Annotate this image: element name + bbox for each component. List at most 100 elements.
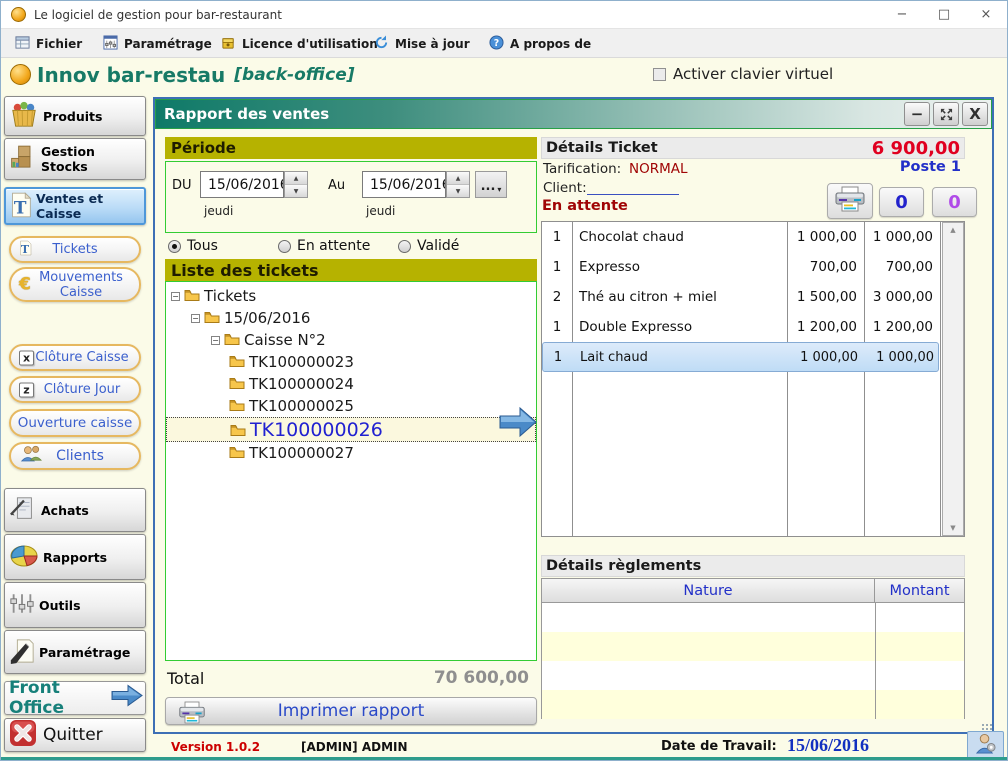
filter-en-attente[interactable]: En attente	[278, 238, 370, 254]
svg-text:T: T	[21, 243, 30, 256]
date-from-spinner[interactable]: ▲ ▼	[284, 171, 308, 198]
folder-icon	[184, 287, 200, 305]
ticket-line[interactable]: 1 Double Expresso 1 200,00 1 200,00	[542, 312, 940, 342]
radio-icon[interactable]	[398, 240, 411, 253]
scroll-up-icon[interactable]: ▲	[950, 226, 955, 234]
virtual-keyboard-checkbox[interactable]	[653, 68, 666, 81]
tree-node-ticket-selected[interactable]: TK100000026	[166, 417, 536, 442]
sidebar-item-ouverture-caisse[interactable]: Ouverture caisse	[9, 409, 141, 437]
reglements-table: Nature Montant	[541, 578, 965, 719]
ticket-line[interactable]: 1 Expresso 700,00 700,00	[542, 252, 940, 282]
ticket-details-header: Détails Ticket 6 900,00	[541, 137, 965, 159]
sidebar-item-ventes-et-caisse[interactable]: T Ventes et Caisse	[4, 187, 146, 225]
folder-icon	[229, 444, 245, 462]
radio-icon[interactable]	[278, 240, 291, 253]
user-person-icon	[974, 733, 997, 758]
virtual-keyboard-label: Activer clavier virtuel	[673, 65, 833, 83]
ticket-line-selected[interactable]: 1 Lait chaud 1 000,00 1 000,00	[542, 342, 939, 372]
date-to-spinner[interactable]: ▲ ▼	[446, 171, 470, 198]
spinner-up-icon[interactable]: ▲	[447, 172, 469, 185]
client-label: Client:	[543, 180, 587, 196]
ticket-status: En attente	[542, 198, 628, 214]
filter-tous[interactable]: Tous	[168, 238, 218, 254]
sidebar-item-tickets[interactable]: T Tickets	[9, 236, 141, 263]
print-ticket-button[interactable]	[827, 183, 873, 219]
tree-node-date[interactable]: − 15/06/2016	[166, 307, 536, 329]
sidebar-item-rapports[interactable]: Rapports	[4, 534, 146, 580]
status-bar: Version 1.0.2 [ADMIN] ADMIN Date de Trav…	[151, 734, 1007, 759]
app-name: Innov bar-restau	[37, 63, 225, 87]
collapse-icon[interactable]: −	[211, 336, 220, 345]
collapse-icon[interactable]: −	[171, 292, 180, 301]
scroll-down-icon[interactable]: ▼	[950, 524, 955, 532]
svg-text:?: ?	[494, 37, 499, 48]
date-to-input[interactable]	[362, 171, 446, 198]
user-session-button[interactable]	[967, 731, 1004, 759]
spinner-down-icon[interactable]: ▼	[285, 185, 307, 197]
z-report-icon: z	[19, 382, 34, 397]
filter-valide[interactable]: Validé	[398, 238, 459, 254]
tree-node-ticket[interactable]: TK100000025	[166, 395, 536, 417]
menu-item-mise-a-jour[interactable]: Mise à jour	[368, 32, 476, 55]
quit-button[interactable]: Quitter	[4, 718, 146, 752]
refresh-icon	[374, 35, 389, 53]
brand-logo-icon	[10, 64, 31, 85]
tree-node-tickets[interactable]: − Tickets	[166, 285, 536, 307]
licence-box-icon	[221, 35, 236, 53]
date-to-label: Au	[328, 178, 345, 193]
tickets-tree: − Tickets − 15/06/2016 − Caisse N°2 TK10…	[165, 281, 537, 661]
right-arrow-icon	[110, 682, 144, 714]
ticket-table-scrollbar[interactable]: ▲ ▼	[942, 222, 964, 536]
sidebar-item-outils[interactable]: Outils	[4, 582, 146, 628]
ticket-line[interactable]: 2 Thé au citron + miel 1 500,00 3 000,00	[542, 282, 940, 312]
tree-node-ticket[interactable]: TK100000024	[166, 373, 536, 395]
column-nature[interactable]: Nature	[542, 579, 875, 602]
folder-icon	[204, 309, 220, 327]
menu-item-parametrage[interactable]: Paramétrage	[97, 32, 218, 55]
window-close-button[interactable]: ×	[965, 1, 1007, 28]
spinner-up-icon[interactable]: ▲	[285, 172, 307, 185]
sidebar-item-achats[interactable]: Achats	[4, 488, 146, 532]
panel-header: Rapport des ventes − X	[155, 99, 992, 129]
client-value-underline[interactable]	[587, 194, 679, 195]
date-presets-button[interactable]: ... ▾	[475, 171, 507, 198]
sidebar-item-cloture-jour[interactable]: z Clôture Jour	[9, 376, 141, 403]
print-report-button[interactable]: Imprimer rapport	[165, 697, 537, 725]
panel-minimize-button[interactable]: −	[904, 102, 930, 126]
basket-icon	[9, 101, 39, 132]
purchases-icon	[9, 495, 37, 526]
window-minimize-button[interactable]: −	[881, 1, 923, 28]
menu-item-a-propos[interactable]: ? A propos de	[483, 32, 597, 55]
settings-window-icon	[103, 35, 118, 53]
panel-close-button[interactable]: X	[962, 102, 988, 126]
date-from-input[interactable]	[200, 171, 284, 198]
sidebar-item-cloture-caisse[interactable]: x Clôture Caisse	[9, 344, 141, 371]
ticket-line[interactable]: 1 Chocolat chaud 1 000,00 1 000,00	[542, 222, 940, 252]
sidebar-item-parametrage[interactable]: Paramétrage	[4, 630, 146, 674]
tree-node-ticket[interactable]: TK100000023	[166, 351, 536, 373]
column-montant[interactable]: Montant	[875, 579, 964, 602]
date-from-label: DU	[172, 178, 192, 193]
x-report-icon: x	[19, 350, 34, 365]
sidebar-item-produits[interactable]: Produits	[4, 96, 146, 136]
collapse-icon[interactable]: −	[191, 314, 200, 323]
euro-icon: €	[19, 277, 31, 292]
menu-item-fichier[interactable]: Fichier	[9, 32, 88, 55]
panel-title: Rapport des ventes	[164, 105, 329, 123]
front-office-button[interactable]: Front Office	[4, 681, 146, 715]
window-maximize-button[interactable]: □	[923, 1, 965, 28]
counter-purple-button[interactable]: 0	[932, 187, 977, 217]
menu-bar: Fichier Paramétrage Licence d'utilisatio…	[1, 29, 1007, 58]
sidebar-item-mouvements-caisse[interactable]: € Mouvements Caisse	[9, 267, 141, 302]
sidebar-item-gestion-stocks[interactable]: Gestion Stocks	[4, 138, 146, 180]
radio-selected-icon[interactable]	[168, 240, 181, 253]
menu-item-licence[interactable]: Licence d'utilisation	[215, 32, 384, 55]
counter-blue-button[interactable]: 0	[879, 187, 924, 217]
tree-node-ticket[interactable]: TK100000027	[166, 442, 536, 464]
tree-node-caisse[interactable]: − Caisse N°2	[166, 329, 536, 351]
panel-maximize-icon[interactable]	[933, 102, 959, 126]
sidebar-item-clients[interactable]: Clients	[9, 442, 141, 470]
spinner-down-icon[interactable]: ▼	[447, 185, 469, 197]
reglement-row-empty	[542, 661, 964, 690]
virtual-keyboard-toggle[interactable]: Activer clavier virtuel	[653, 65, 833, 83]
